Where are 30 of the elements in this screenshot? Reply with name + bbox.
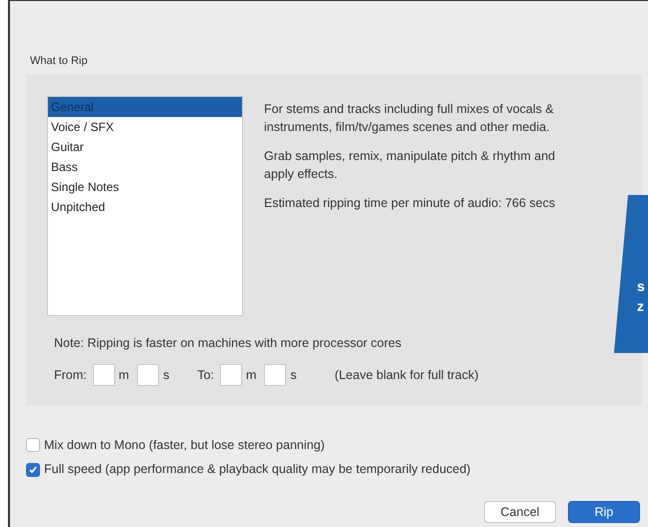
description-text: Estimated ripping time per minute of audio: 766 secs (264, 194, 556, 212)
list-item[interactable]: Guitar (48, 136, 242, 156)
from-label: From: (54, 366, 87, 384)
checkbox[interactable] (26, 438, 40, 452)
callout-text: s (637, 277, 645, 296)
check-icon (28, 464, 38, 475)
time-field[interactable] (137, 364, 160, 386)
time-field[interactable] (220, 364, 242, 386)
to-label: To: (197, 366, 214, 384)
list-item[interactable]: Voice / SFX (48, 116, 242, 136)
note-text: Note: Ripping is faster on machines with more processor cores (54, 334, 402, 352)
time-field[interactable] (264, 364, 286, 386)
option-label: Full speed (app performance & playback quality may be temporarily reduced) (44, 461, 471, 478)
description-text: For stems and tracks including full mixes of vocals & instruments, film/tv/games scenes and other media. (264, 100, 555, 136)
description-text: Grab samples, remix, manipulate pitch & rhythm and apply effects. (264, 148, 556, 182)
minutes-unit: m (118, 366, 130, 384)
list-item[interactable]: Bass (48, 156, 242, 176)
seconds-unit: s (163, 366, 170, 384)
checkbox[interactable] (26, 462, 40, 477)
cancel-button[interactable]: Cancel (484, 501, 556, 523)
seconds-unit: s (290, 366, 297, 384)
list-item[interactable]: Unpitched (48, 196, 242, 216)
rip-button[interactable]: Rip (568, 501, 640, 523)
hint-text: (Leave blank for full track) (334, 366, 478, 384)
option-label: Mix down to Mono (faster, but lose stereo panning) (44, 436, 325, 454)
list-item[interactable]: Single Notes (48, 176, 242, 196)
callout-text: z (637, 297, 645, 316)
section-title: What to Rip (30, 54, 88, 69)
time-field[interactable] (92, 364, 115, 386)
minutes-unit: m (246, 366, 256, 384)
